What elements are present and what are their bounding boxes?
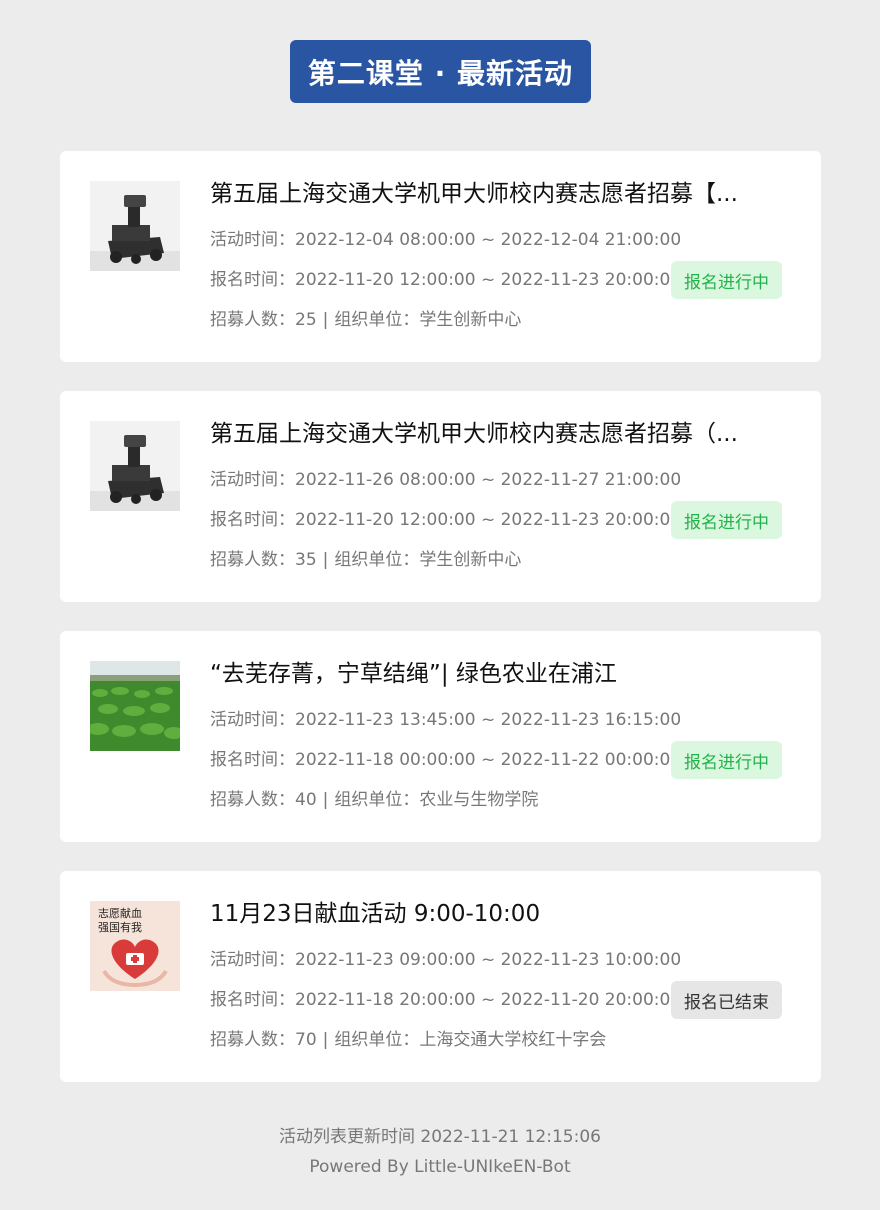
- svg-text:志愿献血: 志愿献血: [98, 906, 142, 920]
- update-time-text: 活动列表更新时间 2022-11-21 12:15:06: [279, 1127, 601, 1147]
- activity-card[interactable]: “去芜存菁，宁草结绳”| 绿色农业在浦江 活动时间：2022-11-23 13:…: [60, 631, 821, 842]
- status-badge: 报名进行中: [671, 501, 782, 539]
- status-badge: 报名进行中: [671, 741, 782, 779]
- activity-title[interactable]: 第五届上海交通大学机甲大师校内赛志愿者招募（...: [210, 417, 770, 451]
- signup-time-row: 报名时间：2022-11-18 20:00:00 ~ 2022-11-20 20…: [210, 990, 682, 1010]
- activity-card[interactable]: 第五届上海交通大学机甲大师校内赛志愿者招募（... 活动时间：2022-11-2…: [60, 391, 821, 602]
- activity-title[interactable]: “去芜存菁，宁草结绳”| 绿色农业在浦江: [210, 657, 770, 691]
- robot-image: [90, 181, 180, 271]
- page-title: 第二课堂 · 最新活动: [290, 40, 591, 103]
- status-badge: 报名进行中: [671, 261, 782, 299]
- activity-title[interactable]: 11月23日献血活动 9:00-10:00: [210, 897, 770, 931]
- farm-field-image: [90, 661, 180, 751]
- activity-thumbnail[interactable]: [90, 421, 180, 511]
- meta-row: 招募人数：40 | 组织单位：农业与生物学院: [210, 790, 539, 810]
- activity-time-row: 活动时间：2022-11-26 08:00:00 ~ 2022-11-27 21…: [210, 470, 682, 490]
- activity-time-row: 活动时间：2022-11-23 13:45:00 ~ 2022-11-23 16…: [210, 710, 682, 730]
- status-badge: 报名已结束: [671, 981, 782, 1019]
- activity-title[interactable]: 第五届上海交通大学机甲大师校内赛志愿者招募【...: [210, 177, 770, 211]
- powered-by-text: Powered By Little-UNIkeEN-Bot: [309, 1157, 571, 1177]
- blood-donation-poster-image: 志愿献血 强国有我: [90, 901, 180, 991]
- meta-row: 招募人数：25 | 组织单位：学生创新中心: [210, 310, 522, 330]
- activity-thumbnail[interactable]: [90, 661, 180, 751]
- svg-text:强国有我: 强国有我: [98, 920, 142, 934]
- signup-time-row: 报名时间：2022-11-18 00:00:00 ~ 2022-11-22 00…: [210, 750, 682, 770]
- robot-image: [90, 421, 180, 511]
- activity-card[interactable]: 志愿献血 强国有我 11月23日献血活动 9:00-10:00 活动时间：202…: [60, 871, 821, 1082]
- activity-thumbnail[interactable]: 志愿献血 强国有我: [90, 901, 180, 991]
- activity-thumbnail[interactable]: [90, 181, 180, 271]
- meta-row: 招募人数：35 | 组织单位：学生创新中心: [210, 550, 522, 570]
- activity-time-row: 活动时间：2022-11-23 09:00:00 ~ 2022-11-23 10…: [210, 950, 682, 970]
- activity-card[interactable]: 第五届上海交通大学机甲大师校内赛志愿者招募【... 活动时间：2022-12-0…: [60, 151, 821, 362]
- meta-row: 招募人数：70 | 组织单位：上海交通大学校红十字会: [210, 1030, 607, 1050]
- signup-time-row: 报名时间：2022-11-20 12:00:00 ~ 2022-11-23 20…: [210, 510, 682, 530]
- activity-time-row: 活动时间：2022-12-04 08:00:00 ~ 2022-12-04 21…: [210, 230, 682, 250]
- signup-time-row: 报名时间：2022-11-20 12:00:00 ~ 2022-11-23 20…: [210, 270, 682, 290]
